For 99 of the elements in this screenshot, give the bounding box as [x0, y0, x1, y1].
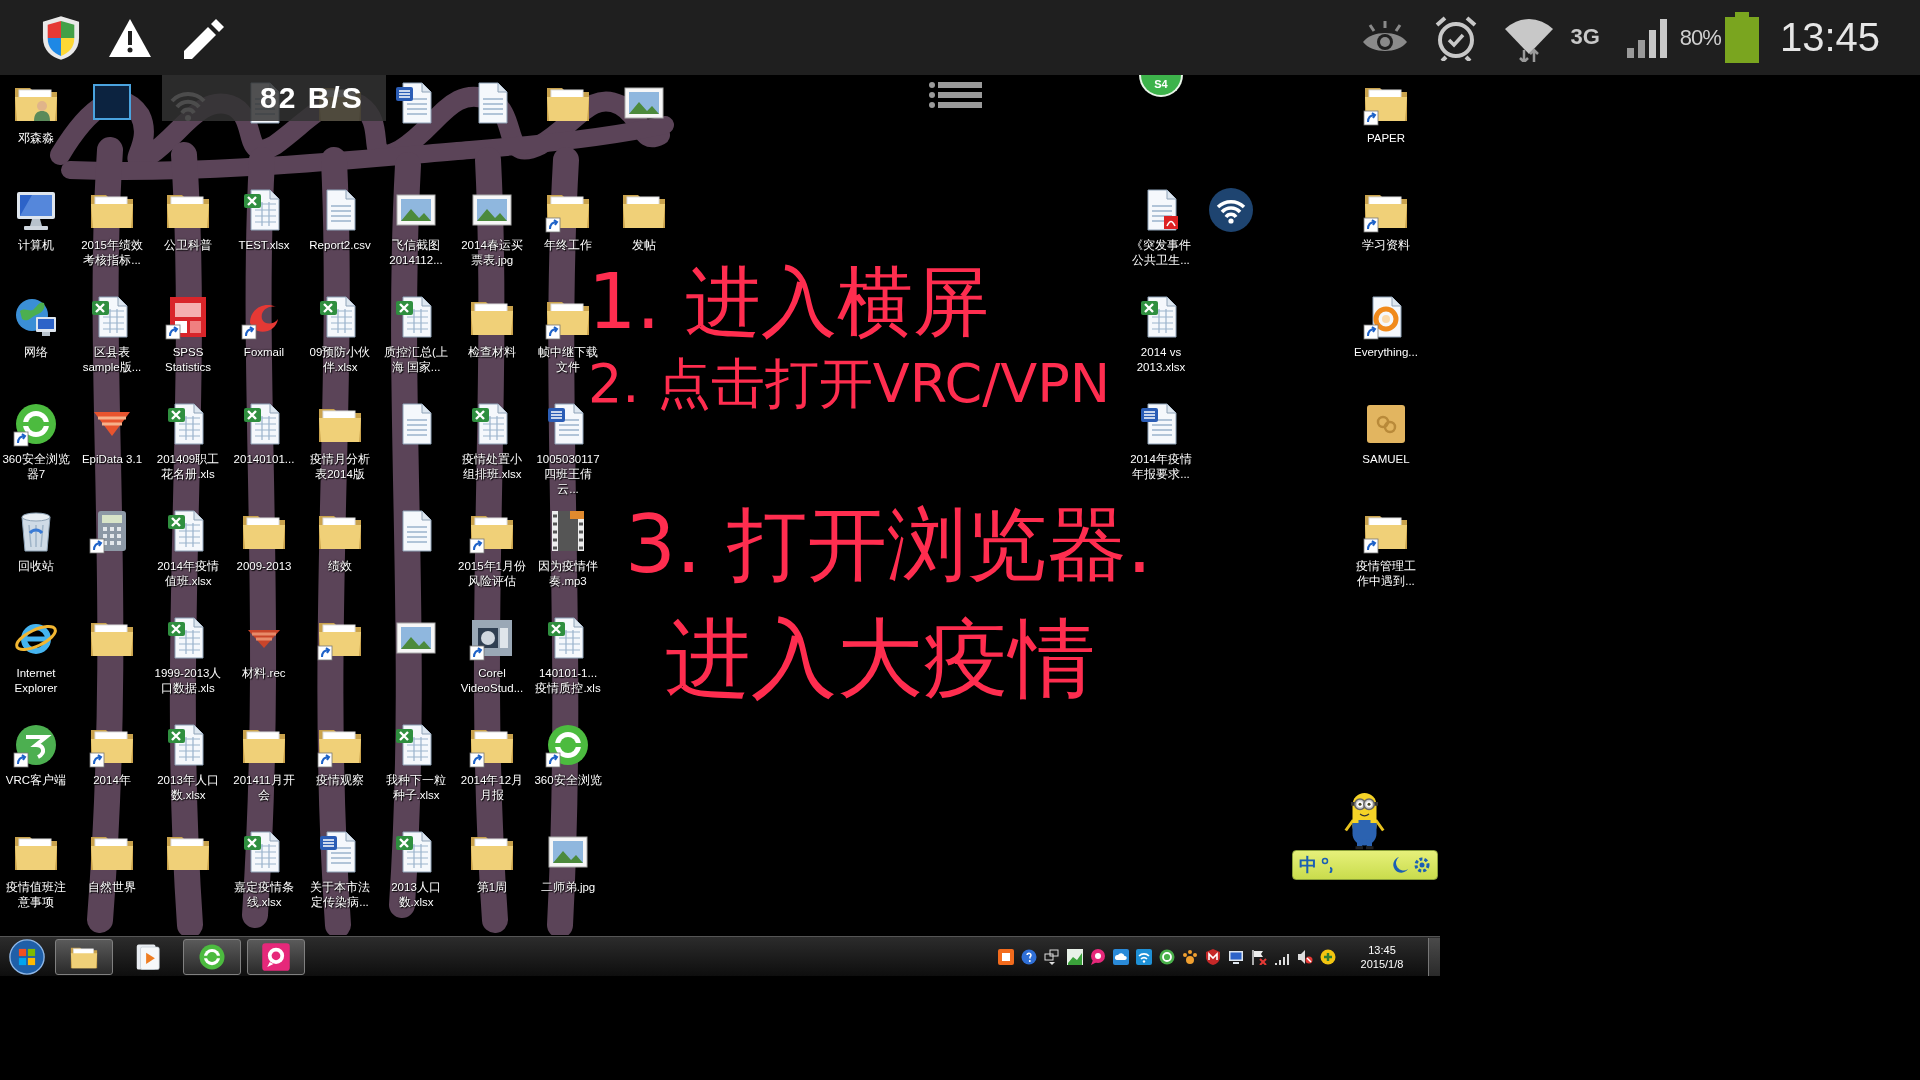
cloud-icon[interactable] — [1113, 948, 1129, 965]
icon-label[interactable]: 飞信截图2014112... — [382, 238, 450, 268]
help-icon[interactable] — [1021, 948, 1037, 965]
taskbar-button[interactable] — [247, 938, 305, 975]
icon-label[interactable]: 360安全浏览器7 — [2, 452, 70, 482]
icon-label[interactable]: 区县表sample版... — [78, 345, 146, 375]
icon-label[interactable]: 2014 vs 2013.xlsx — [1126, 345, 1196, 375]
speaker-muted-icon[interactable] — [1297, 948, 1313, 965]
icon-label[interactable]: Everything... — [1354, 345, 1418, 360]
menu-icon[interactable] — [928, 81, 984, 109]
input-mode-label[interactable]: 中 — [1299, 853, 1317, 877]
icon-label[interactable]: 20140101... — [233, 452, 295, 467]
show-desktop-button[interactable] — [1428, 937, 1440, 976]
icon-label[interactable]: 年终工作 — [544, 238, 592, 253]
icon-label[interactable]: 2013年人口数.xlsx — [154, 773, 222, 803]
icon-label[interactable]: SPSS Statistics — [154, 345, 222, 375]
icon-label[interactable]: 1999-2013人口数据.xls — [154, 666, 222, 696]
icon-label[interactable]: Report2.csv — [309, 238, 371, 253]
moon-icon[interactable] — [1393, 856, 1409, 874]
icon-label[interactable]: 2013人口数.xlsx — [382, 880, 450, 910]
icon-label[interactable]: 绩效 — [328, 559, 352, 574]
icon-label[interactable]: 疫情月分析表2014版 — [306, 452, 374, 482]
icon-label[interactable]: 嘉定疫情条线.xlsx — [230, 880, 298, 910]
flag-icon[interactable] — [1251, 948, 1267, 965]
icon-label[interactable]: 关于本市法定传染病... — [306, 880, 374, 910]
icon-label[interactable]: Corel VideoStud... — [458, 666, 526, 696]
icon-label[interactable]: 材料.rec — [242, 666, 286, 681]
icon-label[interactable]: TEST.xlsx — [238, 238, 290, 253]
icon-label[interactable]: 计算机 — [18, 238, 54, 253]
icon-label[interactable]: 网络 — [24, 345, 48, 360]
paw-icon[interactable] — [1182, 948, 1198, 965]
icon-label[interactable]: Internet Explorer — [2, 666, 70, 696]
icon-label[interactable]: 2009-2013 — [236, 559, 292, 574]
icon-label[interactable]: 2015年1月份风险评估 — [458, 559, 526, 589]
chat-bubble-icon[interactable] — [261, 941, 291, 972]
handwritten-note: 进入大疫情 — [665, 610, 1095, 706]
icon-label[interactable]: 检查材料 — [468, 345, 516, 360]
chat-icon[interactable] — [1090, 948, 1106, 965]
handwritten-note: 1. 进入横屏 — [588, 262, 989, 342]
shield-icon[interactable] — [1205, 948, 1221, 965]
settings-icon[interactable] — [1413, 856, 1431, 874]
icon-label[interactable]: 自然世界 — [88, 880, 136, 895]
icon-label[interactable]: 1005030117四班王倩云... — [534, 452, 602, 497]
tile-icon[interactable] — [998, 948, 1014, 965]
icon-label[interactable]: 疫情值班注意事项 — [2, 880, 70, 910]
clock-time[interactable]: 13:45 — [1368, 942, 1396, 957]
battery-icon — [1723, 11, 1760, 64]
icon-label[interactable]: 疫情观察 — [316, 773, 364, 788]
icon-label[interactable]: 回收站 — [18, 559, 54, 574]
shield-icon — [42, 14, 80, 61]
cartoon-mascot — [1342, 790, 1387, 850]
icon-label[interactable]: SAMUEL — [1362, 452, 1410, 467]
icon-label[interactable]: 2014春运买票表.jpg — [458, 238, 526, 268]
handwritten-note: 3. 打开浏览器. — [625, 500, 1153, 590]
ring-icon[interactable] — [1159, 948, 1175, 965]
icon-label[interactable]: 201411月开会 — [230, 773, 298, 803]
network-type: 3G — [1570, 23, 1600, 50]
alarm-clock-icon — [1434, 14, 1479, 61]
icon-label[interactable]: 公卫科普 — [164, 238, 212, 253]
icon-label[interactable]: PAPER — [1366, 131, 1406, 146]
icon-label[interactable]: 360安全浏览 — [534, 773, 602, 788]
taskbar-button[interactable] — [183, 938, 241, 975]
icon-label[interactable]: 邓森淼 — [18, 131, 54, 146]
icon-label[interactable]: 疫情管理工作中遇到... — [1352, 559, 1420, 589]
wifi-disc-icon[interactable] — [1207, 186, 1255, 234]
icon-label[interactable]: 2014年疫情年报要求... — [1126, 452, 1196, 482]
icon-label[interactable]: 因为疫情伴奏.mp3 — [534, 559, 602, 589]
icon-label[interactable]: EpiData 3.1 — [81, 452, 143, 467]
icon-label[interactable]: 疫情处置小组排班.xlsx — [458, 452, 526, 482]
icon-label[interactable]: 发帖 — [632, 238, 656, 253]
punctuation-icon[interactable] — [1321, 857, 1335, 873]
warning-icon — [108, 17, 152, 58]
battery-percent: 80% — [1679, 24, 1721, 51]
icon-label[interactable]: 2014年12月月报 — [458, 773, 526, 803]
clock-date[interactable]: 2015/1/8 — [1360, 956, 1404, 971]
restore-icon[interactable] — [1044, 948, 1060, 965]
icon-label[interactable]: VRC客户端 — [5, 773, 67, 788]
icon-label[interactable]: 2015年绩效考核指标... — [78, 238, 146, 268]
icon-label[interactable]: 201409职工花名册.xls — [154, 452, 222, 482]
icon-label[interactable]: 2014年 — [93, 773, 131, 788]
icon-label[interactable]: 我种下一粒种子.xlsx — [382, 773, 450, 803]
icon-label[interactable]: 09预防小伙伴.xlsx — [306, 345, 374, 375]
wifi-icon[interactable] — [1136, 948, 1152, 965]
icon-label[interactable]: 第1周 — [476, 880, 508, 895]
icon-label[interactable]: 质控汇总(上海 国家... — [382, 345, 450, 375]
icon-label[interactable]: 2014年疫情值班.xlsx — [154, 559, 222, 589]
input-method-bar[interactable]: 中 — [1292, 850, 1438, 880]
signal-icon — [1625, 17, 1670, 58]
icon-label[interactable]: Foxmail — [243, 345, 285, 360]
status-time: 13:45 — [1779, 15, 1880, 60]
icon-label[interactable]: 《突发事件公共卫生... — [1126, 238, 1196, 268]
icon-label[interactable]: 二师弟.jpg — [540, 880, 596, 895]
chart-icon[interactable] — [1067, 948, 1083, 965]
plus-icon[interactable] — [1320, 948, 1336, 965]
icon-label[interactable]: 140101-1...疫情质控.xls — [534, 666, 602, 696]
taskbar-button[interactable] — [55, 938, 113, 975]
network-speed-overlay: 82 B/S — [162, 75, 386, 121]
icon-label[interactable]: 学习资料 — [1362, 238, 1410, 253]
monitor-icon[interactable] — [1228, 948, 1244, 965]
